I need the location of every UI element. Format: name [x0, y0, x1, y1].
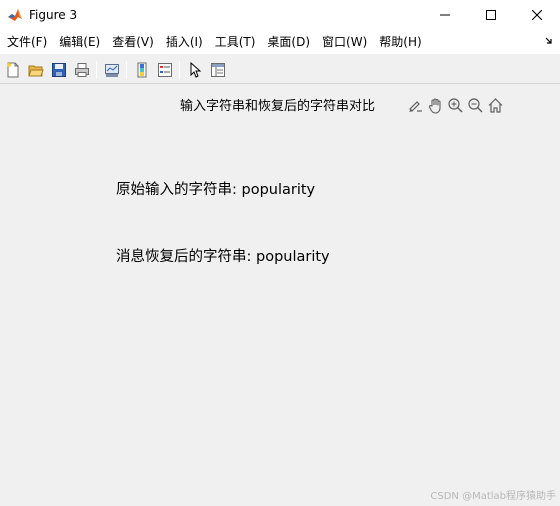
- matlab-icon: [8, 9, 22, 21]
- select-arrow-icon: [190, 61, 201, 78]
- print-icon: [74, 62, 89, 77]
- close-button[interactable]: [514, 0, 560, 30]
- home-button[interactable]: [485, 95, 505, 115]
- menu-file[interactable]: 文件(F): [1, 30, 53, 54]
- zoom-in-icon: [447, 97, 462, 112]
- menu-desktop[interactable]: 桌面(D): [261, 30, 316, 54]
- brush-button[interactable]: [405, 95, 425, 115]
- menu-tools[interactable]: 工具(T): [209, 30, 262, 54]
- new-figure-icon: [6, 62, 18, 77]
- menu-window[interactable]: 窗口(W): [316, 30, 373, 54]
- property-inspector-button[interactable]: [206, 59, 229, 81]
- property-inspector-icon: [210, 62, 225, 77]
- colorbar-icon: [137, 62, 146, 77]
- open-file-button[interactable]: [24, 59, 47, 81]
- new-figure-button[interactable]: [1, 59, 24, 81]
- figure-window: Figure 3 文件(F) 编辑(E) 查看(V) 插入(I) 工具(T) 桌…: [0, 0, 560, 506]
- figure-toolbar: [0, 57, 560, 82]
- colorbar-button[interactable]: [130, 59, 153, 81]
- figure-canvas: 输入字符串和恢复后的字符串对比 原始输入的字符串: popularity 消息恢…: [0, 84, 560, 506]
- maximize-button[interactable]: [468, 0, 514, 30]
- axes-toolbar: [405, 95, 505, 115]
- recovered-string-text: 消息恢复后的字符串: popularity: [116, 249, 330, 265]
- menu-insert[interactable]: 插入(I): [160, 30, 209, 54]
- menu-edit[interactable]: 编辑(E): [53, 30, 106, 54]
- save-icon: [51, 62, 66, 77]
- minimize-button[interactable]: [422, 0, 468, 30]
- menu-view[interactable]: 查看(V): [106, 30, 160, 54]
- maximize-icon: [486, 10, 496, 20]
- window-controls: [422, 0, 560, 30]
- close-icon: [532, 10, 542, 20]
- window-title: Figure 3: [29, 8, 78, 22]
- link-plot-icon: [104, 63, 119, 77]
- print-button[interactable]: [70, 59, 93, 81]
- pan-button[interactable]: [425, 95, 445, 115]
- expand-arrow-icon[interactable]: [544, 35, 554, 47]
- brush-icon: [408, 100, 422, 112]
- zoom-out-button[interactable]: [465, 95, 485, 115]
- legend-icon: [157, 62, 172, 77]
- watermark: CSDN @Matlab程序猿助手: [430, 491, 556, 502]
- home-icon: [488, 97, 502, 113]
- menu-help[interactable]: 帮助(H): [373, 30, 427, 54]
- toolbar-separator: [96, 60, 97, 79]
- axes-title: 输入字符串和恢复后的字符串对比: [180, 99, 376, 114]
- save-button[interactable]: [47, 59, 70, 81]
- original-string-text: 原始输入的字符串: popularity: [116, 182, 316, 198]
- zoom-in-button[interactable]: [445, 95, 465, 115]
- toolbar-separator: [126, 60, 127, 79]
- legend-button[interactable]: [153, 59, 176, 81]
- link-plot-button[interactable]: [100, 59, 123, 81]
- title-bar: Figure 3: [0, 0, 560, 30]
- minimize-icon: [440, 14, 450, 16]
- select-arrow-button[interactable]: [183, 59, 206, 81]
- menu-bar: 文件(F) 编辑(E) 查看(V) 插入(I) 工具(T) 桌面(D) 窗口(W…: [0, 30, 560, 54]
- zoom-out-icon: [467, 97, 482, 112]
- pan-hand-icon: [428, 97, 441, 114]
- toolbar-separator: [179, 60, 180, 79]
- open-file-icon: [27, 65, 44, 76]
